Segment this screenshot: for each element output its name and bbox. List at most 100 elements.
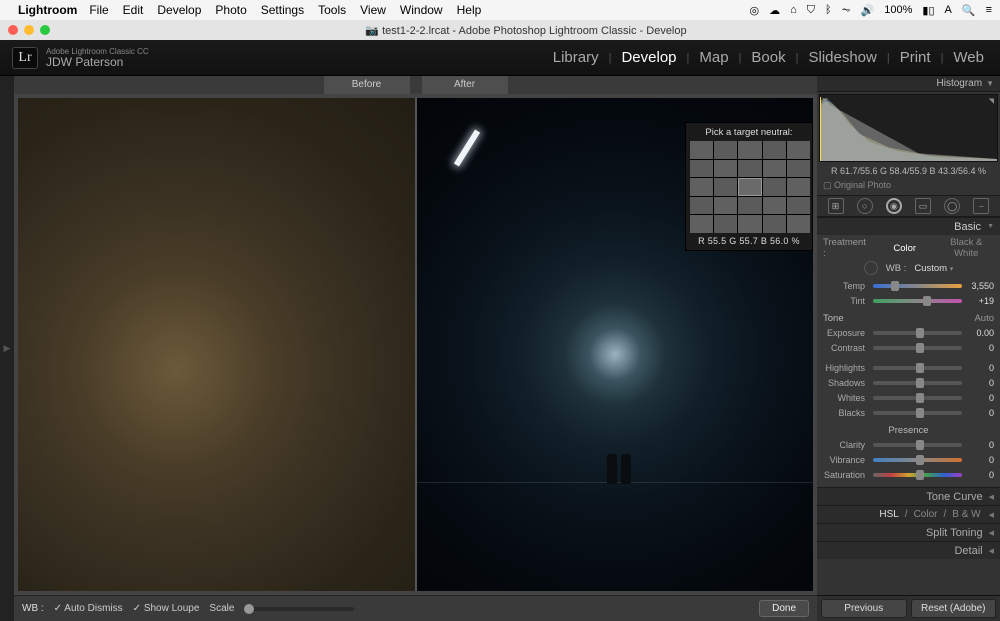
temp-slider[interactable] [873,284,962,288]
module-book[interactable]: Book [747,49,789,66]
blacks-value[interactable]: 0 [966,408,994,418]
histogram-header[interactable]: Histogram▼ [817,76,1000,92]
status-shield-icon[interactable]: ⛉ [807,4,815,17]
image-viewer[interactable]: Pick a target neutral: R 55.5 G 55.7 B 5… [14,94,817,595]
crop-tool-icon[interactable]: ⊞ [828,198,844,214]
lightroom-header: Lr Adobe Lightroom Classic CC JDW Paters… [0,40,1000,76]
saturation-value[interactable]: 0 [966,470,994,480]
clarity-slider[interactable] [873,443,962,447]
contrast-label: Contrast [823,343,869,353]
menu-view[interactable]: View [360,3,386,17]
highlights-slider[interactable] [873,366,962,370]
original-photo-checkbox[interactable]: Original Photo [817,178,1000,195]
notification-center-icon[interactable]: ≡ [986,4,992,16]
basic-section-body: Treatment : Color Black & White WB : Cus… [817,235,1000,487]
tint-value[interactable]: +19 [966,296,994,306]
module-develop[interactable]: Develop [617,49,680,66]
loupe-grid [690,141,810,233]
menu-tools[interactable]: Tools [318,3,346,17]
menu-photo[interactable]: Photo [215,3,246,17]
saturation-slider[interactable] [873,473,962,477]
module-picker: Library| Develop| Map| Book| Slideshow| … [549,49,988,66]
vibrance-value[interactable]: 0 [966,455,994,465]
exposure-slider[interactable] [873,331,962,335]
brand-line2: JDW Paterson [46,56,149,68]
scale-slider[interactable] [244,607,354,611]
wb-loupe[interactable]: Pick a target neutral: R 55.5 G 55.7 B 5… [685,122,813,251]
grad-filter-icon[interactable]: ▭ [915,198,931,214]
status-bluetooth-icon[interactable]: ᛒ [825,4,832,16]
blacks-slider[interactable] [873,411,962,415]
temp-value[interactable]: 3,550 [966,281,994,291]
brush-tool-icon[interactable]: ⎯ [973,198,989,214]
reset-button[interactable]: Reset (Adobe) [911,599,997,618]
histogram[interactable]: ◤◥ [819,94,998,162]
whites-slider[interactable] [873,396,962,400]
basic-section-header[interactable]: Basic▼ [817,217,1000,235]
menu-file[interactable]: File [89,3,108,17]
highlights-value[interactable]: 0 [966,363,994,373]
vibrance-slider[interactable] [873,458,962,462]
exposure-value[interactable]: 0.00 [966,328,994,338]
whites-value[interactable]: 0 [966,393,994,403]
menu-help[interactable]: Help [457,3,482,17]
shadows-slider[interactable] [873,381,962,385]
menu-edit[interactable]: Edit [123,3,144,17]
tint-slider[interactable] [873,299,962,303]
treatment-color[interactable]: Color [877,243,933,254]
module-print[interactable]: Print [896,49,935,66]
input-menu-icon[interactable]: A [945,4,952,16]
clarity-value[interactable]: 0 [966,440,994,450]
treatment-bw[interactable]: Black & White [939,237,995,259]
contrast-slider[interactable] [873,346,962,350]
exposure-label: Exposure [823,328,869,338]
status-cc-icon[interactable]: ◎ [749,4,759,17]
tone-curve-header[interactable]: Tone Curve◀ [817,487,1000,505]
zoom-window-button[interactable] [40,25,50,35]
status-cloud-icon[interactable]: ☁ [769,4,780,17]
highlights-label: Highlights [823,363,869,373]
battery-icon[interactable]: ▮▯ [922,4,934,17]
spot-tool-icon[interactable]: ○ [857,198,873,214]
close-window-button[interactable] [8,25,18,35]
radial-filter-icon[interactable]: ◯ [944,198,960,214]
left-panel-toggle[interactable]: ▶ [0,76,14,621]
module-library[interactable]: Library [549,49,603,66]
split-toning-header[interactable]: Split Toning◀ [817,523,1000,541]
auto-tone-button[interactable]: Auto [974,313,994,324]
status-volume-icon[interactable]: 🔊 [861,4,875,17]
shadows-value[interactable]: 0 [966,378,994,388]
whites-label: Whites [823,393,869,403]
menu-develop[interactable]: Develop [157,3,201,17]
redeye-tool-icon[interactable]: ◉ [886,198,902,214]
menu-settings[interactable]: Settings [261,3,304,17]
spotlight-icon[interactable]: 🔍 [962,4,976,17]
status-wifi-icon[interactable]: ⏦ [842,4,851,17]
menu-window[interactable]: Window [400,3,443,17]
module-map[interactable]: Map [695,49,732,66]
show-loupe-checkbox[interactable]: Show Loupe [133,603,200,614]
done-button[interactable]: Done [759,600,809,617]
module-web[interactable]: Web [949,49,988,66]
after-tab[interactable]: After [422,76,508,94]
auto-dismiss-checkbox[interactable]: Auto Dismiss [54,603,123,614]
minimize-window-button[interactable] [24,25,34,35]
contrast-value[interactable]: 0 [966,343,994,353]
module-slideshow[interactable]: Slideshow [804,49,880,66]
before-after-strip: Before After [14,76,817,94]
previous-button[interactable]: Previous [821,599,907,618]
battery-percent[interactable]: 100% [884,4,912,16]
before-tab[interactable]: Before [324,76,410,94]
wb-picker-icon[interactable] [864,261,878,275]
hsl-header[interactable]: HSL/Color/B & W ◀ [817,505,1000,523]
lightroom-logo-icon: Lr [12,47,38,69]
wb-dropdown[interactable]: Custom ▾ [914,263,953,274]
highlight-clip-icon[interactable]: ◥ [989,97,994,105]
detail-header[interactable]: Detail◀ [817,541,1000,559]
identity-plate[interactable]: Lr Adobe Lightroom Classic CC JDW Paters… [12,47,149,69]
status-dropbox-icon[interactable]: ⌂ [790,4,797,16]
app-menu[interactable]: Lightroom [18,3,77,17]
shadow-clip-icon[interactable]: ◤ [823,97,828,105]
clarity-label: Clarity [823,440,869,450]
wb-tool-label: WB : [22,603,44,614]
